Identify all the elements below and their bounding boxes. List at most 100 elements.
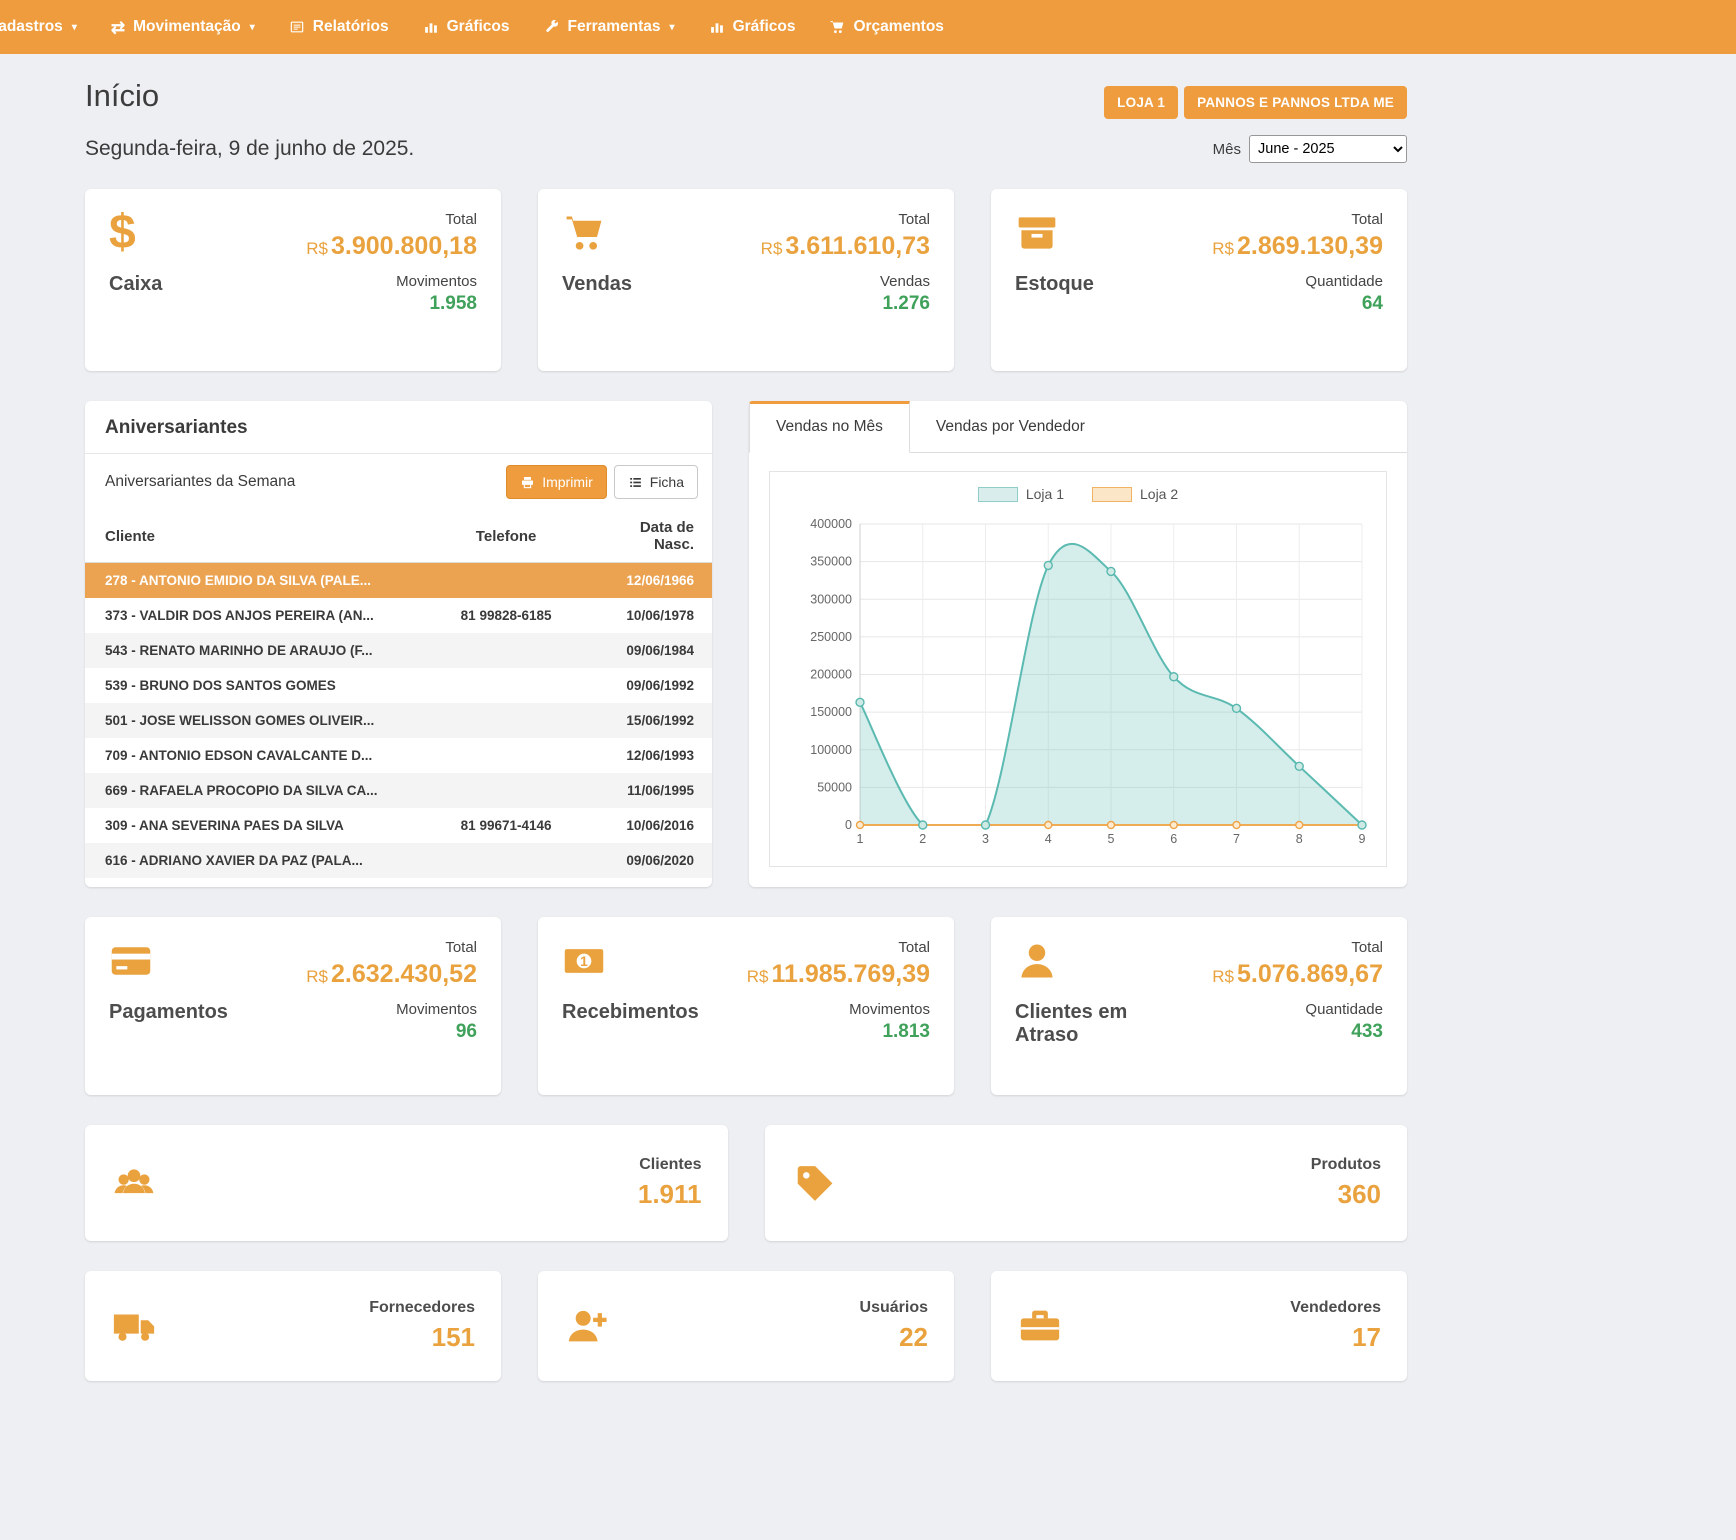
birthday-table: Cliente Telefone Data de Nasc. 278 - ANT… (85, 510, 712, 878)
ficha-button[interactable]: Ficha (614, 465, 698, 499)
nav-cadastros[interactable]: Cadastros ▾ (0, 0, 94, 54)
legend-loja1[interactable]: Loja 1 (978, 486, 1064, 502)
cell-client: 669 - RAFAELA PROCOPIO DA SILVA CA... (85, 773, 430, 808)
clientes-card: Clientes 1.911 (85, 1125, 728, 1241)
table-row[interactable]: 373 - VALDIR DOS ANJOS PEREIRA (AN...81 … (85, 598, 712, 633)
pagamentos-count: 96 (306, 1021, 477, 1043)
total-label: Total (306, 939, 477, 956)
user-plus-icon (564, 1303, 610, 1349)
estoque-label: Estoque (1015, 273, 1094, 296)
aniversariantes-subtitle: Aniversariantes da Semana (105, 473, 295, 491)
imprimir-button[interactable]: Imprimir (506, 465, 607, 499)
svg-text:100000: 100000 (810, 743, 852, 757)
svg-text:3: 3 (982, 832, 989, 846)
people-icon (111, 1160, 157, 1206)
total-label: Total (747, 939, 930, 956)
pagamentos-label: Pagamentos (109, 1001, 228, 1024)
nav-graficos-2[interactable]: Gráficos (692, 0, 813, 54)
svg-text:0: 0 (845, 818, 852, 832)
box-icon (1015, 211, 1059, 255)
svg-text:9: 9 (1359, 832, 1366, 846)
cell-phone (430, 633, 580, 668)
svg-text:50000: 50000 (817, 780, 852, 794)
recebimentos-card: Recebimentos Total R$11.985.769,39 Movim… (538, 917, 954, 1095)
svg-text:7: 7 (1233, 832, 1240, 846)
sales-chart-svg: 0500001000001500002000002500003000003500… (778, 510, 1378, 855)
produtos-count: 360 (1311, 1179, 1381, 1210)
cell-client: 501 - JOSE WELISSON GOMES OLIVEIR... (85, 703, 430, 738)
legend-loja2[interactable]: Loja 2 (1092, 486, 1178, 502)
chevron-down-icon: ▾ (250, 22, 255, 33)
fornecedores-card: Fornecedores 151 (85, 1271, 501, 1381)
usuarios-card: Usuários 22 (538, 1271, 954, 1381)
cell-birth: 12/06/1993 (580, 738, 712, 773)
svg-text:2: 2 (919, 832, 926, 846)
table-row[interactable]: 669 - RAFAELA PROCOPIO DA SILVA CA... 11/… (85, 773, 712, 808)
nav-graficos2-label: Gráficos (733, 18, 796, 36)
cell-phone (430, 738, 580, 773)
caixa-total: R$3.900.800,18 (306, 232, 477, 261)
svg-text:350000: 350000 (810, 555, 852, 569)
chevron-down-icon: ▾ (670, 22, 675, 33)
swap-arrows-icon: ⇄ (111, 19, 125, 36)
sales-chart-area: Loja 1 Loja 2 05000010000015000020000025… (769, 471, 1387, 867)
vendas-label: Vendas (562, 273, 632, 296)
aniversariantes-panel: Aniversariantes Aniversariantes da Seman… (85, 401, 712, 887)
truck-icon (111, 1303, 157, 1349)
recebimentos-count: 1.813 (747, 1021, 930, 1043)
nav-ferramentas[interactable]: Ferramentas ▾ (527, 0, 692, 54)
recebimentos-label: Recebimentos (562, 1001, 692, 1024)
vendas-total: R$3.611.610,73 (761, 232, 930, 261)
clientes-atraso-count: 433 (1212, 1021, 1383, 1043)
svg-text:250000: 250000 (810, 630, 852, 644)
nav-graficos-label: Gráficos (447, 18, 510, 36)
usuarios-count: 22 (860, 1322, 928, 1353)
list-icon (628, 475, 643, 490)
fornecedores-label: Fornecedores (369, 1299, 475, 1317)
svg-text:6: 6 (1170, 832, 1177, 846)
total-label: Total (1212, 211, 1383, 228)
table-row[interactable]: 278 - ANTONIO EMIDIO DA SILVA (PALE...12… (85, 563, 712, 599)
estoque-total: R$2.869.130,39 (1212, 232, 1383, 261)
month-label: Mês (1213, 141, 1241, 158)
quantidade-label: Quantidade (1212, 273, 1383, 290)
nav-graficos-1[interactable]: Gráficos (406, 0, 527, 54)
month-select[interactable]: June - 2025 (1249, 135, 1407, 163)
clientes-atraso-card: Clientes em Atraso Total R$5.076.869,67 … (991, 917, 1407, 1095)
company-button[interactable]: PANNOS E PANNOS LTDA ME (1184, 86, 1407, 119)
store-button[interactable]: LOJA 1 (1104, 86, 1178, 119)
tab-vendas-no-mes[interactable]: Vendas no Mês (749, 401, 910, 453)
table-row[interactable]: 309 - ANA SEVERINA PAES DA SILVA81 99671… (85, 808, 712, 843)
chart-legend: Loja 1 Loja 2 (778, 486, 1378, 502)
total-label: Total (1212, 939, 1383, 956)
nav-cadastros-label: Cadastros (0, 18, 63, 36)
table-row[interactable]: 539 - BRUNO DOS SANTOS GOMES09/06/1992 (85, 668, 712, 703)
table-row[interactable]: 616 - ADRIANO XAVIER DA PAZ (PALA...09/0… (85, 843, 712, 878)
credit-card-icon (109, 939, 153, 983)
pagamentos-total: R$2.632.430,52 (306, 960, 477, 989)
cell-phone (430, 668, 580, 703)
loja2-swatch (1092, 487, 1132, 502)
cell-birth: 11/06/1995 (580, 773, 712, 808)
table-row[interactable]: 709 - ANTONIO EDSON CAVALCANTE D...12/06… (85, 738, 712, 773)
nav-orcamentos-label: Orçamentos (853, 18, 943, 36)
nav-ferramentas-label: Ferramentas (568, 18, 661, 36)
table-row[interactable]: 543 - RENATO MARINHO DE ARAUJO (F...09/0… (85, 633, 712, 668)
svg-text:400000: 400000 (810, 517, 852, 531)
nav-relatorios[interactable]: Relatórios (272, 0, 406, 54)
vendedores-label: Vendedores (1290, 1299, 1381, 1317)
svg-text:4: 4 (1045, 832, 1052, 846)
nav-orcamentos[interactable]: Orçamentos (812, 0, 960, 54)
table-row[interactable]: 501 - JOSE WELISSON GOMES OLIVEIR...15/0… (85, 703, 712, 738)
cell-birth: 09/06/1984 (580, 633, 712, 668)
clientes-label: Clientes (638, 1156, 702, 1174)
clientes-atraso-total: R$5.076.869,67 (1212, 960, 1383, 989)
svg-text:8: 8 (1296, 832, 1303, 846)
produtos-label: Produtos (1311, 1156, 1381, 1174)
tab-vendas-por-vendedor[interactable]: Vendas por Vendedor (910, 401, 1111, 452)
nav-movimentacao[interactable]: ⇄ Movimentação ▾ (94, 0, 272, 54)
total-label: Total (306, 211, 477, 228)
sales-tabs: Vendas no Mês Vendas por Vendedor (749, 401, 1407, 453)
svg-text:150000: 150000 (810, 705, 852, 719)
nav-movimentacao-label: Movimentação (133, 18, 241, 36)
